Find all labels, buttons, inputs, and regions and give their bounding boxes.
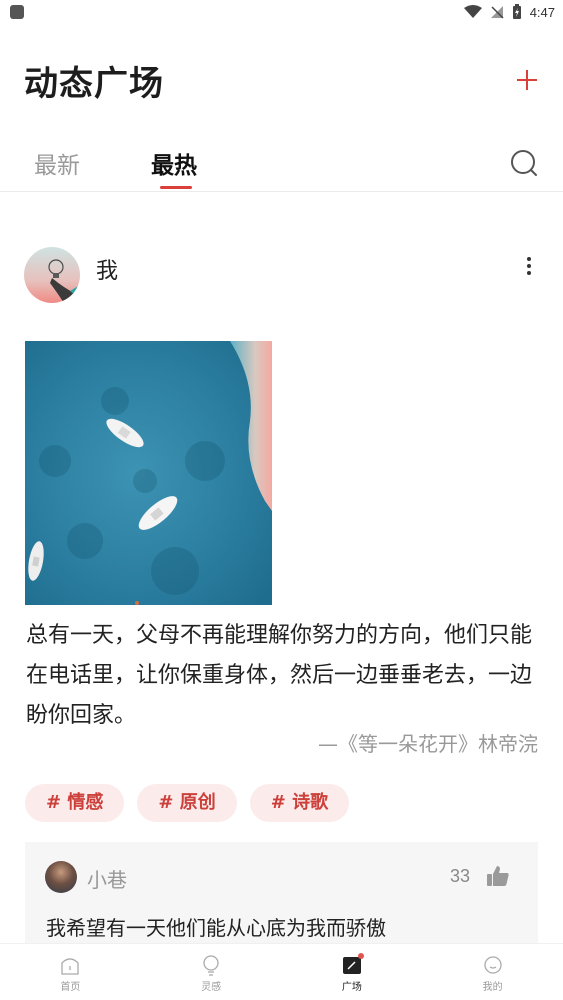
nav-inspiration-label: 灵感 bbox=[201, 982, 222, 993]
status-bar: 4:47 bbox=[0, 0, 563, 24]
nav-inspiration[interactable]: 灵感 bbox=[141, 944, 282, 1000]
post-text: 总有一天，父母不再能理解你努力的方向，他们只能在电话里，让你保重身体，然后一边垂… bbox=[26, 623, 533, 728]
more-options-button[interactable] bbox=[523, 257, 535, 277]
dot bbox=[527, 271, 531, 275]
wifi-icon bbox=[463, 5, 482, 18]
lightbulb-icon bbox=[203, 955, 219, 976]
home-icon bbox=[61, 958, 80, 975]
thumbs-up-icon bbox=[487, 866, 509, 886]
dot bbox=[527, 264, 531, 268]
plus-icon bbox=[517, 70, 537, 90]
post-source: —《等一朵花开》林帝浣 bbox=[318, 732, 538, 756]
tag-poetry[interactable]: # 诗歌 bbox=[249, 784, 350, 822]
comment-author[interactable]: 小巷 bbox=[87, 864, 127, 893]
notification-dot bbox=[357, 953, 364, 959]
signal-off-icon bbox=[490, 6, 504, 19]
tab-latest[interactable]: 最新 bbox=[34, 146, 80, 180]
nav-home-label: 首页 bbox=[60, 982, 81, 993]
status-icons: 4:47 bbox=[463, 4, 555, 20]
avatar[interactable] bbox=[24, 247, 80, 303]
dot bbox=[527, 257, 531, 261]
page-title: 动态广场 bbox=[24, 63, 164, 104]
tag-list: # 情感 # 原创 # 诗歌 bbox=[25, 784, 350, 822]
like-button[interactable] bbox=[486, 864, 510, 888]
tab-bar: 最新 最热 bbox=[0, 140, 563, 192]
battery-icon bbox=[512, 4, 521, 19]
nav-home[interactable]: 首页 bbox=[0, 944, 141, 1000]
post-header: 我 bbox=[24, 247, 543, 305]
tab-indicator bbox=[160, 186, 192, 189]
nav-square[interactable]: 广场 bbox=[282, 944, 423, 1000]
avatar-image bbox=[48, 259, 80, 303]
post-image[interactable] bbox=[25, 341, 272, 605]
tag-original[interactable]: # 原创 bbox=[137, 784, 237, 822]
bottom-nav: 首页 灵感 广场 我的 bbox=[0, 943, 563, 1000]
boats-aerial-image bbox=[25, 341, 272, 605]
post-author[interactable]: 我 bbox=[96, 253, 118, 285]
search-button[interactable] bbox=[509, 148, 539, 178]
header: 动态广场 bbox=[24, 52, 543, 108]
tag-emotion[interactable]: # 情感 bbox=[25, 784, 125, 822]
comment-card[interactable]: 小巷 33 我希望有一天他们能从心底为我而骄傲 bbox=[25, 842, 538, 952]
nav-square-label: 广场 bbox=[341, 982, 362, 993]
comment-text: 我希望有一天他们能从心底为我而骄傲 bbox=[46, 916, 386, 940]
comment-avatar[interactable] bbox=[45, 861, 77, 893]
nav-profile[interactable]: 我的 bbox=[422, 944, 563, 1000]
notification-icon bbox=[10, 5, 24, 19]
comment-like-count: 33 bbox=[449, 866, 470, 886]
nav-profile-label: 我的 bbox=[482, 982, 503, 993]
status-time: 4:47 bbox=[529, 4, 555, 20]
search-icon bbox=[511, 150, 537, 176]
profile-icon bbox=[483, 956, 502, 974]
tab-hottest[interactable]: 最热 bbox=[151, 146, 197, 180]
add-post-button[interactable] bbox=[511, 64, 543, 96]
